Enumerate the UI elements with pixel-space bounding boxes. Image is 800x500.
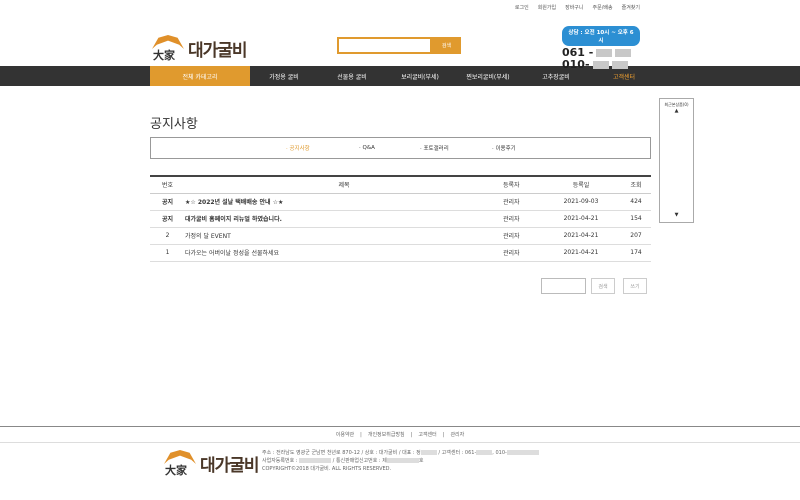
row-date: 2021-04-21 (541, 244, 621, 262)
row-no: 공지 (150, 193, 185, 211)
board-search-button[interactable]: 검색 (591, 278, 615, 294)
footer-divider: | (410, 431, 413, 438)
orders-link[interactable]: 주문/배송 (593, 4, 613, 11)
privacy-link[interactable]: 개인정보취급방침 (368, 431, 405, 438)
subnav-reviews[interactable]: · 이용후기 (492, 144, 516, 152)
logo-text: 대가굴비 (200, 455, 260, 476)
cs-phone-2-text: 010- (562, 58, 590, 71)
row-views: 424 (621, 193, 651, 211)
terms-link[interactable]: 이용약관 (336, 431, 354, 438)
search-button[interactable]: 검색 (432, 37, 461, 54)
signup-link[interactable]: 회원가입 (538, 4, 556, 11)
header-search: 검색 (337, 37, 461, 54)
footer-line-2: 사업자등록번호 : / 통신판매업신고번호 : 제호 (262, 458, 424, 464)
footer-divider: | (442, 431, 445, 438)
row-date: 2021-04-21 (541, 210, 621, 228)
subnav-photo-gallery[interactable]: · 포토갤러리 (420, 144, 449, 152)
table-row[interactable]: 공지 ★☆ 2022년 설날 택배배송 안내 ☆★ 관리자 2021-09-03… (150, 193, 651, 211)
footer-company-info: 주소 : 전라남도 영광군 군남면 천년로 870-12 / 상호 : 대가굴비… (262, 449, 539, 473)
row-views: 154 (621, 210, 651, 228)
row-title-link[interactable]: 가정의 달 EVENT (185, 227, 503, 245)
site-header: 大家 대가굴비 검색 상담 : 오전 10시 ~ 오후 6시 061 - 010… (0, 14, 800, 70)
logo-hanja: 大家 (165, 464, 187, 477)
row-writer: 관리자 (503, 227, 541, 245)
row-no: 1 (150, 244, 185, 262)
board-search: 검색 쓰기 (541, 278, 647, 294)
cs-hours-badge: 상담 : 오전 10시 ~ 오후 6시 (562, 26, 640, 46)
row-writer: 관리자 (503, 244, 541, 262)
redacted-block (596, 49, 613, 57)
redacted-block (611, 61, 628, 69)
login-link[interactable]: 로그인 (515, 4, 529, 11)
nav-all-categories[interactable]: 전체 카테고리 (150, 66, 250, 86)
footer-links: 이용약관 | 개인정보취급방침 | 고객센터 | 관리자 (0, 426, 800, 443)
page-title: 공지사항 (150, 117, 198, 132)
col-writer: 등록자 (503, 175, 541, 194)
row-title-link[interactable]: 다가오는 어버이날 정성을 선물하세요 (185, 244, 503, 262)
table-row[interactable]: 2 가정의 달 EVENT 관리자 2021-04-21 207 (150, 227, 651, 245)
logo-text: 대가굴비 (188, 40, 248, 61)
logo-roof-icon: 大家 (162, 448, 198, 478)
row-views: 207 (621, 227, 651, 245)
redacted-block (592, 61, 609, 69)
board-search-input[interactable] (541, 278, 586, 294)
write-button[interactable]: 쓰기 (623, 278, 647, 294)
footer-copyright: COPYRIGHT©2018 대가굴비. ALL RIGHTS RESERVED… (262, 466, 392, 472)
admin-link[interactable]: 관리자 (450, 431, 464, 438)
footer-logo: 大家 대가굴비 (162, 448, 260, 478)
bookmark-link[interactable]: 즐겨찾기 (622, 4, 640, 11)
row-writer: 관리자 (503, 193, 541, 211)
col-title: 제목 (185, 175, 503, 194)
row-title-link[interactable]: 대가굴비 홈페이지 리뉴얼 하였습니다. (185, 210, 503, 228)
subnav-qna[interactable]: · Q&A (359, 145, 375, 151)
site-logo[interactable]: 大家 대가굴비 (150, 33, 248, 63)
main-nav: 전체 카테고리 가정용 굴비 선물용 굴비 보리굴비(부세) 찐보리굴비(부세)… (0, 66, 800, 86)
table-header-row: 번호 제목 등록자 등록일 조회 (150, 175, 651, 194)
footer-line-1: 주소 : 전라남도 영광군 군남면 천년로 870-12 / 상호 : 대가굴비… (262, 449, 539, 457)
row-writer: 관리자 (503, 210, 541, 228)
cart-link[interactable]: 장바구니 (565, 4, 583, 11)
cs-phone-2: 010- (562, 59, 640, 70)
nav-item-bori-gulbi[interactable]: 보리굴비(부세) (386, 66, 454, 86)
scroll-up-icon[interactable]: ▲ (660, 108, 693, 114)
search-input[interactable] (337, 37, 432, 54)
nav-item-gift-gulbi[interactable]: 선물용 굴비 (318, 66, 386, 86)
redacted-block (615, 49, 632, 57)
notice-table: 번호 제목 등록자 등록일 조회 공지 ★☆ 2022년 설날 택배배송 안내 … (150, 175, 651, 262)
customer-service-info: 상담 : 오전 10시 ~ 오후 6시 061 - 010- (562, 26, 640, 70)
col-no: 번호 (150, 175, 185, 194)
scroll-down-icon[interactable]: ▼ (660, 212, 693, 218)
board-subnav: · 공지사항 · Q&A · 포토갤러리 · 이용후기 (150, 137, 651, 159)
col-date: 등록일 (541, 175, 621, 194)
recent-products-panel: 최근본상품(0) ▲ ▼ (659, 98, 694, 223)
row-no: 공지 (150, 210, 185, 228)
top-utility-bar: 로그인 회원가입 장바구니 주문/배송 즐겨찾기 (0, 0, 800, 14)
logo-roof-icon: 大家 (150, 33, 186, 63)
nav-item-home-gulbi[interactable]: 가정용 굴비 (250, 66, 318, 86)
subnav-notice[interactable]: · 공지사항 (286, 144, 310, 152)
logo-hanja: 大家 (153, 49, 175, 62)
row-no: 2 (150, 227, 185, 245)
col-views: 조회 (621, 175, 651, 194)
footer-cs-link[interactable]: 고객센터 (418, 431, 436, 438)
table-row[interactable]: 1 다가오는 어버이날 정성을 선물하세요 관리자 2021-04-21 174 (150, 244, 651, 262)
row-views: 174 (621, 244, 651, 262)
row-date: 2021-09-03 (541, 193, 621, 211)
row-title-link[interactable]: ★☆ 2022년 설날 택배배송 안내 ☆★ (185, 193, 503, 211)
footer-divider: | (360, 431, 362, 438)
nav-item-steamed-bori-gulbi[interactable]: 찐보리굴비(부세) (454, 66, 522, 86)
cs-phone-1: 061 - (562, 47, 640, 58)
table-row[interactable]: 공지 대가굴비 홈페이지 리뉴얼 하였습니다. 관리자 2021-04-21 1… (150, 210, 651, 228)
row-date: 2021-04-21 (541, 227, 621, 245)
